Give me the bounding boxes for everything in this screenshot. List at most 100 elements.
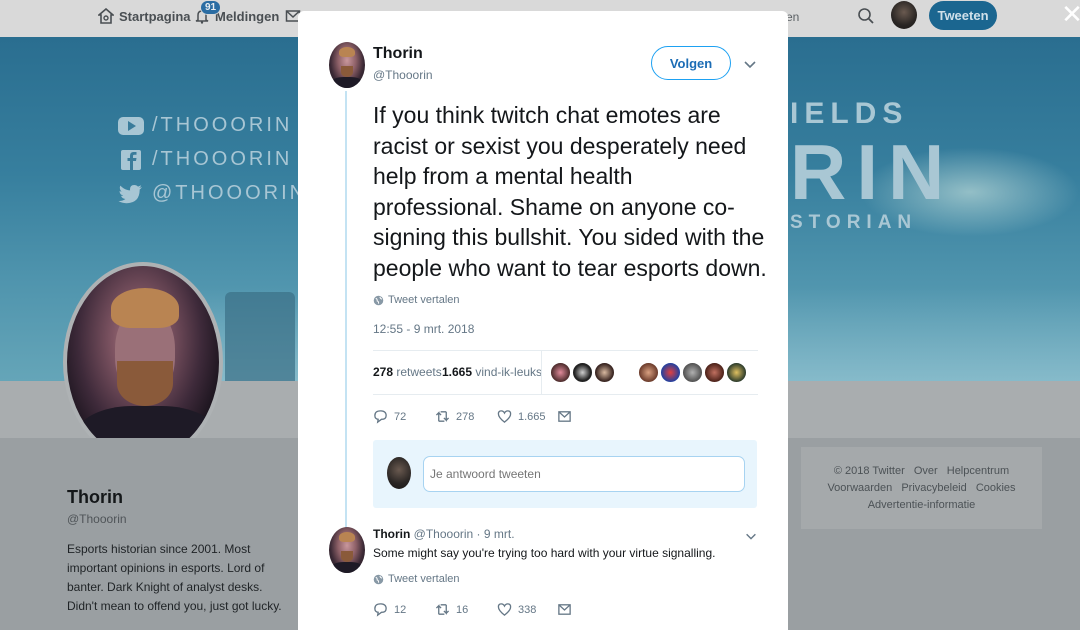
reply-reply-action[interactable]: 12 — [373, 602, 406, 617]
reply-composer — [373, 440, 757, 508]
follow-button[interactable]: Volgen — [651, 46, 731, 80]
footer-link-cookies[interactable]: Cookies — [976, 482, 1016, 494]
avatar-suit — [330, 561, 364, 573]
close-icon[interactable]: ✕ — [1061, 2, 1080, 28]
liker-avatar[interactable] — [726, 362, 747, 383]
profile-bio: Esports historian since 2001. Most impor… — [67, 542, 282, 613]
globe-icon — [373, 295, 384, 305]
banner-facebook-row: /THOOORIN — [118, 148, 292, 171]
reply-translate-link[interactable]: Tweet vertalen — [373, 573, 460, 585]
likes-count: 1.665 — [442, 365, 473, 379]
retweets-label: retweets — [396, 365, 442, 379]
twitter-bird-icon — [118, 184, 142, 203]
tweet-author-handle[interactable]: @Thooorin — [373, 68, 433, 82]
likes-label: vind-ik-leuks — [475, 365, 543, 379]
avatar-hair — [339, 531, 355, 542]
translate-tweet-label: Tweet vertalen — [388, 294, 460, 306]
reply-count: 72 — [394, 410, 407, 423]
chevron-down-icon[interactable] — [744, 529, 758, 543]
thread-line — [345, 91, 347, 528]
banner-word-big: RIN — [790, 128, 955, 216]
liker-avatar[interactable] — [660, 362, 681, 383]
reply-icon — [374, 410, 387, 424]
like-action[interactable]: 1.665 — [497, 409, 546, 424]
banner-twitter-row: @THOOORIN — [118, 182, 307, 205]
reply-author-line: Thorin @Thooorin · 9 mrt. — [373, 527, 515, 541]
banner-youtube-handle: /THOOORIN — [152, 114, 293, 136]
liker-avatar[interactable] — [682, 362, 703, 383]
nav-notifications-label: Meldingen — [215, 8, 280, 24]
retweet-action[interactable]: 278 — [435, 409, 474, 424]
retweet-icon — [435, 604, 450, 615]
reply-author-meta[interactable]: @Thooorin · 9 mrt. — [414, 527, 515, 541]
avatar-hair — [339, 46, 355, 57]
search-icon[interactable] — [857, 7, 875, 25]
reply-retweet-action[interactable]: 16 — [435, 602, 468, 617]
stats-divider — [541, 351, 542, 394]
avatar-suit — [330, 76, 364, 88]
reply-reply-count: 12 — [394, 603, 407, 616]
tweet-author-avatar[interactable] — [329, 42, 365, 88]
tweet-text: If you think twitch chat emotes are raci… — [373, 102, 767, 281]
tweet-author-name[interactable]: Thorin — [373, 45, 423, 63]
chevron-down-icon[interactable] — [742, 56, 758, 72]
notifications-badge: 91 — [200, 0, 222, 15]
profile-photo[interactable] — [63, 262, 223, 462]
reply-like-count: 338 — [518, 603, 537, 616]
banner-youtube-row: /THOOORIN — [118, 114, 292, 137]
footer-link-help[interactable]: Helpcentrum — [947, 465, 1009, 477]
avatar-beard — [340, 550, 354, 562]
reply-retweet-count: 16 — [456, 603, 469, 616]
nav-home-label: Startpagina — [119, 8, 191, 24]
facebook-icon — [121, 149, 141, 170]
photo-hair — [111, 288, 179, 328]
home-icon — [98, 8, 114, 24]
reply-composer-avatar — [387, 457, 411, 489]
liker-avatar[interactable] — [594, 362, 615, 383]
reply-author-name[interactable]: Thorin — [373, 527, 410, 541]
banner-word-bottom: STORIAN — [790, 212, 918, 233]
retweet-count: 278 — [456, 410, 475, 423]
translate-tweet-link[interactable]: Tweet vertalen — [373, 294, 460, 306]
footer-link-privacy[interactable]: Privacybeleid — [901, 482, 966, 494]
globe-icon — [373, 574, 384, 584]
reply-input[interactable] — [423, 456, 745, 492]
tweet-modal: Thorin @Thooorin Volgen If you think twi… — [298, 11, 788, 630]
footer-link-about[interactable]: Over — [914, 465, 938, 477]
footer-link-ads-info[interactable]: Advertentie-informatie — [868, 499, 976, 511]
reply-translate-label: Tweet vertalen — [388, 573, 460, 585]
profile-name[interactable]: Thorin — [67, 487, 123, 508]
heart-icon — [497, 410, 512, 423]
banner-facebook-handle: /THOOORIN — [152, 148, 293, 170]
retweets-stat[interactable]: 278 retweets — [373, 365, 442, 379]
youtube-icon — [118, 116, 144, 135]
heart-icon — [497, 603, 512, 616]
avatar-beard — [340, 65, 354, 77]
search-input[interactable]: en — [786, 10, 799, 24]
direct-message-icon — [558, 411, 571, 422]
direct-message-icon — [558, 604, 571, 615]
tweet-stats-row: 278 retweets 1.665 vind-ik-leuks — [373, 350, 758, 395]
liker-avatar[interactable] — [572, 362, 593, 383]
banner-building — [225, 292, 295, 381]
retweet-icon — [435, 411, 450, 422]
reply-direct-message-action[interactable] — [557, 602, 572, 617]
compose-tweet-button[interactable]: Tweeten — [929, 1, 997, 30]
liker-avatar[interactable] — [550, 362, 571, 383]
footer-links: © 2018 Twitter Over Helpcentrum Voorwaar… — [801, 463, 1042, 514]
reply-action[interactable]: 72 — [373, 409, 406, 424]
banner-word-top: IELDS — [790, 97, 909, 130]
direct-message-action[interactable] — [557, 409, 572, 424]
footer-link-terms[interactable]: Voorwaarden — [827, 482, 892, 494]
likes-stat[interactable]: 1.665 vind-ik-leuks — [442, 365, 542, 379]
nav-home[interactable]: Startpagina — [98, 8, 191, 24]
reply-like-action[interactable]: 338 — [497, 602, 536, 617]
like-count: 1.665 — [518, 410, 546, 423]
footer-link-copyright[interactable]: © 2018 Twitter — [834, 465, 905, 477]
tweet-timestamp[interactable]: 12:55 - 9 mrt. 2018 — [373, 322, 474, 336]
liker-avatar[interactable] — [704, 362, 725, 383]
profile-handle[interactable]: @Thooorin — [67, 512, 127, 526]
account-avatar[interactable] — [891, 1, 917, 29]
liker-avatar[interactable] — [638, 362, 659, 383]
reply-author-avatar[interactable] — [329, 527, 365, 573]
